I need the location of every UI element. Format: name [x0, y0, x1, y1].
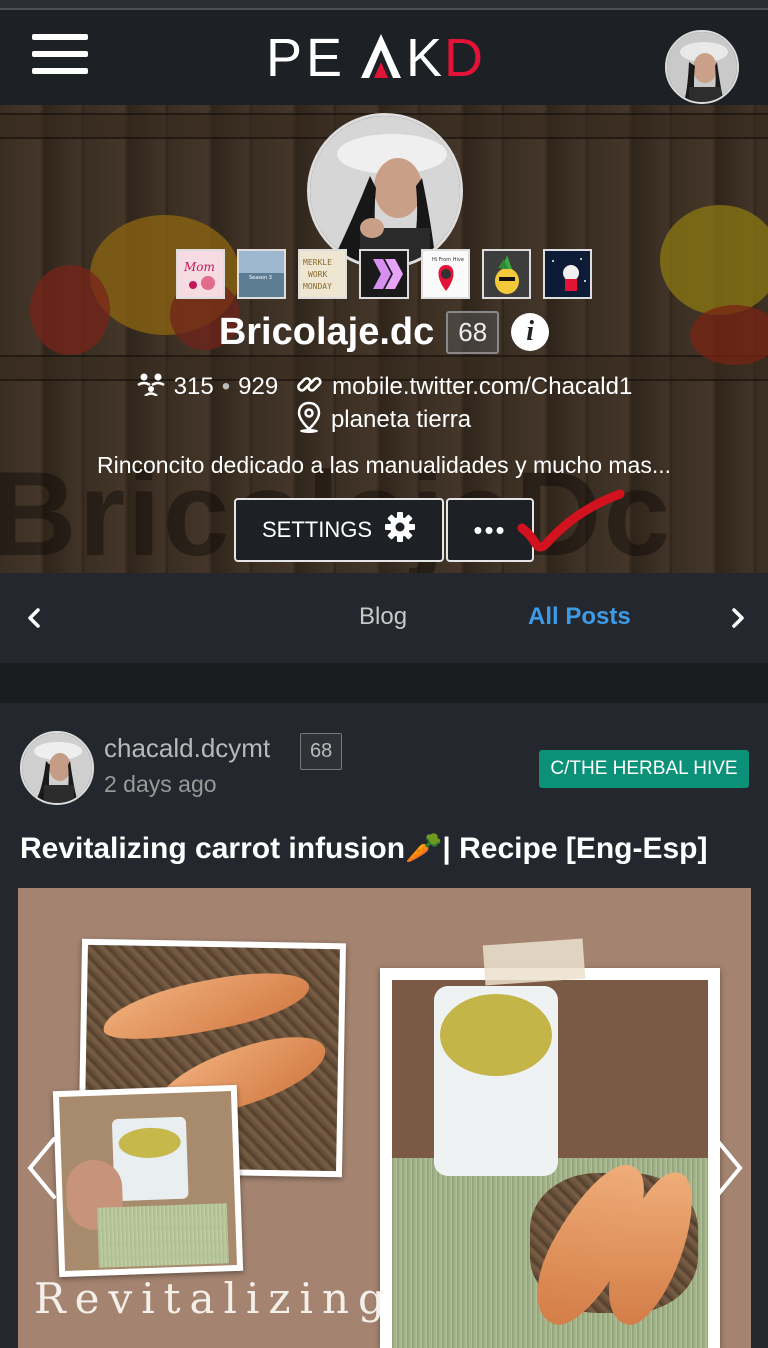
section-gap	[0, 663, 768, 703]
svg-text:Mom: Mom	[183, 260, 215, 274]
location-row: planeta tierra	[0, 401, 768, 436]
hive-badge-icon[interactable]	[359, 249, 409, 299]
profile-tabs: Blog All Posts	[0, 573, 768, 663]
post-author-avatar[interactable]	[20, 731, 94, 805]
link-icon	[294, 370, 324, 405]
profile-avatar[interactable]	[307, 113, 463, 269]
post-author-name[interactable]: chacald.dcymt	[104, 733, 270, 764]
discovery-badge-icon[interactable]	[542, 249, 592, 299]
checkmark-annotation-icon	[517, 489, 625, 552]
more-options-icon: •••	[473, 514, 507, 545]
svg-text:Season 3: Season 3	[249, 275, 272, 281]
tabs-scroll-right-icon[interactable]	[722, 603, 752, 633]
tabs-scroll-left-icon[interactable]	[20, 603, 50, 633]
profile-stats: 315 • 929 mobile.twitter.com/Chacald1	[0, 370, 768, 404]
location-pin-icon	[297, 401, 321, 440]
photo-game-badge-icon[interactable]: Season 3	[237, 249, 287, 299]
hi-from-hive-badge-icon[interactable]: Hi From Hive	[420, 249, 470, 299]
gear-icon	[384, 511, 416, 549]
community-badge[interactable]: C/THE HERBAL HIVE	[539, 750, 749, 788]
post-thumbnail[interactable]: Revitalizing	[18, 888, 751, 1348]
status-line	[0, 0, 768, 10]
settings-label: SETTINGS	[261, 517, 372, 542]
info-icon[interactable]: i	[511, 313, 550, 351]
followers-count[interactable]: 315	[174, 373, 214, 401]
hamburger-menu-icon[interactable]	[32, 34, 88, 78]
profile-about: Rinconcito dedicado a las manualidades y…	[96, 452, 672, 478]
top-navbar: PE K D	[0, 10, 768, 105]
svg-text:D: D	[444, 28, 487, 84]
post-author-reputation: 68	[300, 733, 343, 770]
svg-text:MONDAY: MONDAY	[303, 282, 332, 291]
reputation-badge: 68	[446, 310, 500, 354]
following-count[interactable]: 929	[238, 373, 278, 401]
svg-text:PE: PE	[266, 28, 346, 84]
user-avatar[interactable]	[665, 30, 739, 104]
website-link[interactable]: mobile.twitter.com/Chacald1	[332, 373, 632, 401]
merkle-work-monday-badge-icon[interactable]: MERKLE WORK MONDAY	[298, 249, 348, 299]
profile-name-row: Bricolaje.dc 68 i	[0, 306, 768, 358]
badges-row: Mom Season 3 MERKLE WORK MONDAY Hi From Hi…	[176, 249, 592, 299]
tab-blog[interactable]: Blog	[359, 603, 407, 631]
svg-text:MERKLE: MERKLE	[303, 258, 332, 267]
svg-text:K: K	[406, 28, 446, 84]
carousel-prev-icon[interactable]	[22, 1133, 62, 1203]
carousel-next-icon[interactable]	[708, 1133, 748, 1203]
stats-separator: •	[221, 373, 231, 400]
post-title[interactable]: Revitalizing carrot infusion🥕| Recipe [E…	[20, 831, 708, 866]
peakd-logo[interactable]: PE K D	[266, 28, 502, 88]
svg-text:Hi From Hive: Hi From Hive	[432, 257, 464, 263]
thumbnail-caption: Revitalizing	[34, 1274, 394, 1323]
tab-all-posts[interactable]: All Posts	[528, 603, 631, 631]
mom-badge-icon[interactable]: Mom	[176, 249, 226, 299]
profile-name: Bricolaje.dc	[218, 310, 435, 353]
location-text: planeta tierra	[330, 406, 472, 433]
settings-button[interactable]: SETTINGS	[234, 498, 444, 562]
followers-icon	[136, 372, 166, 403]
pineapple-badge-icon[interactable]	[481, 249, 531, 299]
post-timestamp[interactable]: 2 days ago	[104, 771, 217, 798]
post-card: chacald.dcymt 68 2 days ago C/THE HERBAL…	[0, 703, 768, 1348]
svg-text:WORK: WORK	[308, 270, 327, 279]
